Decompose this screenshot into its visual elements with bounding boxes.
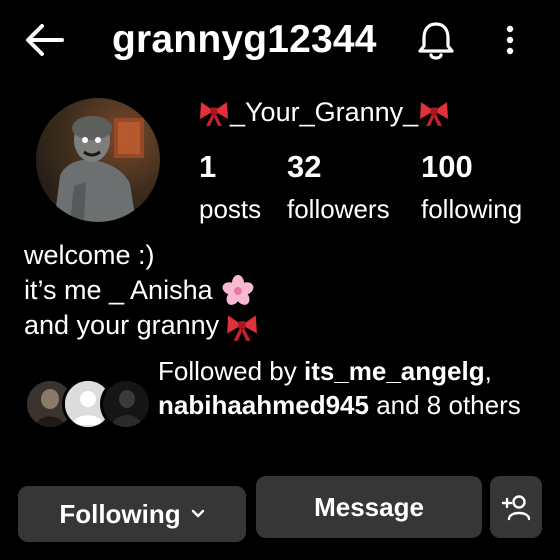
person-add-icon [501, 495, 531, 521]
bio-line: welcome :) [24, 238, 259, 273]
mutual-followers-avatars[interactable] [24, 378, 152, 430]
stat-followers-count: 32 [287, 149, 322, 184]
message-button[interactable]: Message [256, 476, 482, 538]
display-name: _Your_Granny_ [198, 92, 450, 132]
display-name-text: _Your_Granny_ [230, 97, 419, 127]
mutual-user-link[interactable]: nabihaahmed945 [158, 390, 369, 420]
bio-line: and your granny [24, 308, 259, 343]
followed-by-text[interactable]: Followed by its_me_angelg, nabihaahmed94… [158, 354, 538, 422]
following-button[interactable]: Following [18, 486, 246, 542]
mutual-user-link[interactable]: its_me_angelg [304, 356, 485, 386]
followed-by-suffix: and 8 others [368, 390, 521, 420]
stat-posts-label: posts [199, 194, 262, 224]
profile-bio: welcome :) it’s me _ Anisha and your gra… [24, 238, 259, 343]
stat-following-label: following [421, 194, 523, 224]
profile-username-title: grannyg12344 [112, 18, 377, 61]
cherry-blossom-emoji-icon [222, 274, 254, 305]
stat-posts-count: 1 [199, 149, 217, 184]
notifications-button[interactable] [412, 18, 460, 62]
ribbon-emoji-icon [420, 102, 449, 126]
chevron-down-icon [191, 509, 204, 518]
bio-line-text: welcome :) [24, 240, 155, 270]
bio-line-text: it’s me _ Anisha [24, 275, 213, 305]
message-button-label: Message [314, 491, 424, 522]
mutual-avatar [100, 378, 152, 430]
followed-by-separator: , [484, 356, 492, 386]
bio-line-text: and your granny [24, 310, 220, 340]
more-options-button[interactable] [494, 20, 526, 60]
bell-icon [418, 22, 454, 60]
stat-followers[interactable]: 32 followers [287, 148, 390, 226]
following-button-label: Following [59, 498, 181, 529]
stat-following-count: 100 [421, 149, 473, 184]
arrow-left-icon [26, 24, 64, 56]
stat-followers-label: followers [287, 194, 390, 224]
bio-line: it’s me _ Anisha [24, 273, 259, 308]
suggested-people-button[interactable] [490, 476, 542, 538]
back-button[interactable] [22, 20, 66, 60]
more-vertical-icon [506, 25, 514, 55]
profile-avatar[interactable] [36, 98, 160, 222]
stat-following[interactable]: 100 following [421, 148, 522, 226]
followed-by-prefix: Followed by [158, 356, 304, 386]
stat-posts[interactable]: 1 posts [199, 148, 261, 226]
ribbon-emoji-icon [227, 314, 258, 341]
ribbon-emoji-icon [200, 102, 228, 126]
